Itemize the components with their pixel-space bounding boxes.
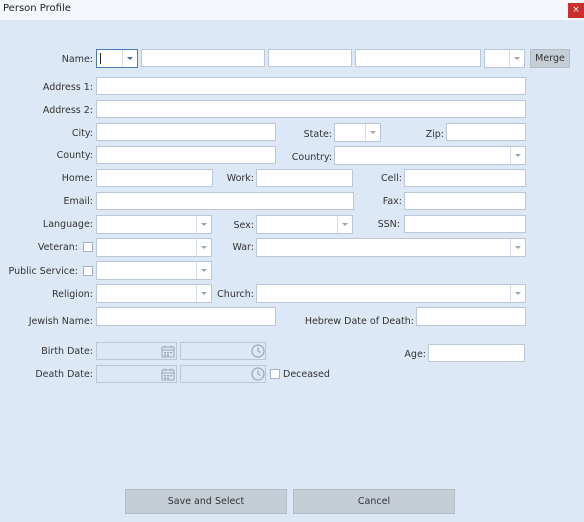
hebrew-date-of-death-label: Hebrew Date of Death: xyxy=(304,316,414,327)
last-name-input[interactable] xyxy=(355,49,481,67)
age-label: Age: xyxy=(404,349,426,360)
clock-icon[interactable] xyxy=(251,344,265,358)
address2-label: Address 2: xyxy=(42,105,93,116)
deceased-checkbox[interactable] xyxy=(270,369,280,379)
address1-input[interactable] xyxy=(96,77,526,95)
name-prefix-select[interactable] xyxy=(96,49,138,68)
chevron-down-icon xyxy=(196,262,211,279)
fax-label: Fax: xyxy=(382,196,402,207)
chevron-down-icon xyxy=(337,216,352,233)
death-date-input[interactable] xyxy=(96,365,177,383)
chevron-down-icon xyxy=(196,216,211,233)
calendar-icon[interactable] xyxy=(161,368,175,381)
work-phone-label: Work: xyxy=(226,173,254,184)
county-input[interactable] xyxy=(96,146,276,164)
fax-input[interactable] xyxy=(404,192,526,210)
chevron-down-icon xyxy=(196,239,211,256)
veteran-select[interactable] xyxy=(96,238,212,257)
language-select[interactable] xyxy=(96,215,212,234)
cell-phone-label: Cell: xyxy=(381,173,402,184)
middle-name-input[interactable] xyxy=(268,49,352,67)
address2-input[interactable] xyxy=(96,100,526,118)
chevron-down-icon xyxy=(509,50,524,67)
chevron-down-icon xyxy=(510,147,525,164)
name-suffix-select[interactable] xyxy=(484,49,525,68)
chevron-down-icon xyxy=(196,285,211,302)
veteran-checkbox[interactable] xyxy=(83,242,93,252)
name-label: Name: xyxy=(61,54,93,65)
language-label: Language: xyxy=(42,219,93,230)
city-label: City: xyxy=(71,128,93,139)
ssn-input[interactable] xyxy=(404,215,526,233)
jewish-name-input[interactable] xyxy=(96,307,276,326)
church-label: Church: xyxy=(217,289,254,300)
religion-select[interactable] xyxy=(96,284,212,303)
work-phone-input[interactable] xyxy=(256,169,353,187)
calendar-icon[interactable] xyxy=(161,345,175,358)
window-title: Person Profile xyxy=(3,3,71,14)
title-bar: Person Profile × xyxy=(0,0,584,20)
home-phone-input[interactable] xyxy=(96,169,213,187)
email-label: Email: xyxy=(63,196,93,207)
state-label: State: xyxy=(303,129,332,140)
birth-date-input[interactable] xyxy=(96,342,177,360)
cell-phone-input[interactable] xyxy=(404,169,526,187)
save-and-select-button[interactable]: Save and Select xyxy=(125,489,287,514)
email-input[interactable] xyxy=(96,192,354,210)
chevron-down-icon xyxy=(122,50,137,67)
birth-date-label: Birth Date: xyxy=(41,346,93,357)
jewish-name-label: Jewish Name: xyxy=(28,316,93,327)
chevron-down-icon xyxy=(510,285,525,302)
war-select[interactable] xyxy=(256,238,526,257)
address1-label: Address 1: xyxy=(42,82,93,93)
veteran-label: Veteran: xyxy=(37,242,78,253)
county-label: County: xyxy=(56,150,93,161)
city-input[interactable] xyxy=(96,123,276,141)
state-select[interactable] xyxy=(334,123,381,142)
chevron-down-icon xyxy=(365,124,380,141)
close-button[interactable]: × xyxy=(568,3,584,18)
hebrew-date-of-death-input[interactable] xyxy=(416,307,526,326)
clock-icon[interactable] xyxy=(251,367,265,381)
country-label: Country: xyxy=(291,152,332,163)
public-service-label: Public Service: xyxy=(8,266,78,277)
public-service-select[interactable] xyxy=(96,261,212,280)
ssn-label: SSN: xyxy=(377,219,400,230)
text-caret xyxy=(100,53,101,64)
first-name-input[interactable] xyxy=(141,49,265,67)
home-phone-label: Home: xyxy=(61,173,93,184)
birth-time-input[interactable] xyxy=(180,342,266,360)
death-time-input[interactable] xyxy=(180,365,266,383)
merge-button[interactable]: Merge xyxy=(530,49,570,68)
religion-label: Religion: xyxy=(51,289,93,300)
public-service-checkbox[interactable] xyxy=(83,266,93,276)
zip-input[interactable] xyxy=(446,123,526,141)
chevron-down-icon xyxy=(510,239,525,256)
sex-label: Sex: xyxy=(233,220,254,231)
sex-select[interactable] xyxy=(256,215,353,234)
deceased-label: Deceased xyxy=(283,369,330,380)
cancel-button[interactable]: Cancel xyxy=(293,489,455,514)
war-label: War: xyxy=(232,242,254,253)
age-input[interactable] xyxy=(428,344,525,362)
death-date-label: Death Date: xyxy=(35,369,93,380)
church-select[interactable] xyxy=(256,284,526,303)
zip-label: Zip: xyxy=(425,129,444,140)
country-select[interactable] xyxy=(334,146,526,165)
